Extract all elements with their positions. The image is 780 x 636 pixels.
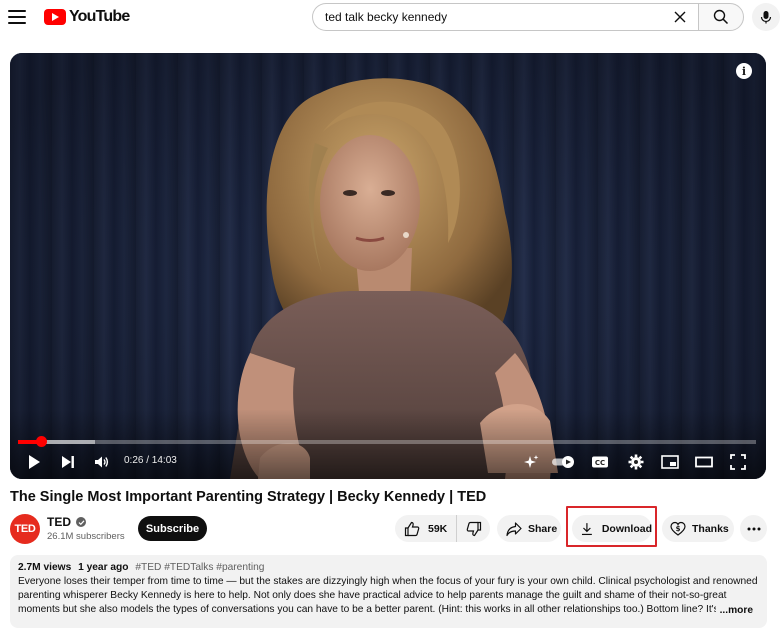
svg-text:CC: CC: [595, 459, 605, 467]
play-button[interactable]: [24, 449, 44, 475]
time-display: 0:26 / 14:03: [124, 455, 177, 466]
volume-button[interactable]: [92, 449, 112, 475]
autoplay-icon: [552, 456, 574, 468]
scrubber-handle[interactable]: [35, 436, 47, 447]
play-icon: [29, 455, 40, 469]
channel-name-row[interactable]: TED: [47, 515, 86, 529]
thumbs-down-icon: [466, 521, 481, 536]
volume-icon: [95, 456, 109, 468]
video-player[interactable]: i 0:26 / 14:03 CC: [10, 53, 766, 479]
miniplayer-button[interactable]: [660, 449, 680, 475]
stable-volume-button[interactable]: [522, 449, 540, 475]
next-icon: [62, 456, 74, 468]
subscribe-button[interactable]: Subscribe: [138, 516, 207, 541]
fullscreen-button[interactable]: [728, 449, 748, 475]
search-button[interactable]: [698, 3, 744, 31]
channel-avatar[interactable]: TED: [10, 514, 40, 544]
thumbs-up-icon: [404, 521, 420, 536]
like-count: 59K: [428, 522, 448, 535]
svg-text:$: $: [676, 525, 681, 533]
fullscreen-icon: [730, 454, 746, 470]
settings-button[interactable]: [626, 449, 646, 475]
more-actions-button[interactable]: [740, 515, 767, 542]
search-box: [312, 3, 698, 31]
thanks-button[interactable]: $ Thanks: [662, 515, 734, 542]
thanks-label: Thanks: [692, 522, 729, 535]
show-more-button[interactable]: ...more: [715, 604, 753, 618]
miniplayer-icon: [661, 455, 679, 469]
thanks-heart-icon: $: [670, 521, 686, 536]
closed-captions-icon: CC: [592, 456, 608, 468]
share-button[interactable]: Share: [497, 515, 561, 542]
share-label: Share: [528, 522, 558, 535]
search-icon: [713, 9, 729, 25]
download-icon: [581, 522, 592, 535]
progress-track: [18, 440, 756, 444]
subscriber-count: 26.1M subscribers: [47, 531, 125, 542]
search-bar: [312, 3, 744, 31]
download-button[interactable]: Download: [572, 515, 652, 542]
theater-mode-button[interactable]: [694, 449, 714, 475]
description-meta: 2.7M views 1 year ago #TED #TEDTalks #pa…: [18, 561, 759, 575]
more-horizontal-icon: [747, 527, 760, 530]
upload-age: 1 year ago: [78, 562, 129, 573]
search-input[interactable]: [325, 10, 670, 24]
theater-mode-icon: [695, 456, 713, 468]
gear-icon: [628, 454, 644, 470]
subtitles-button[interactable]: CC: [590, 449, 610, 475]
share-icon: [506, 521, 522, 536]
autoplay-toggle[interactable]: [550, 449, 578, 475]
download-label: Download: [601, 522, 652, 535]
description-box[interactable]: 2.7M views 1 year ago #TED #TEDTalks #pa…: [10, 555, 767, 628]
youtube-logo[interactable]: YouTube: [44, 8, 130, 26]
hashtags[interactable]: #TED #TEDTalks #parenting: [135, 562, 264, 573]
microphone-icon: [760, 11, 772, 24]
player-controls: 0:26 / 14:03 CC: [10, 449, 766, 475]
verified-icon: [76, 517, 86, 527]
progress-bar[interactable]: [18, 436, 756, 447]
description-text: Everyone loses their temper from time to…: [18, 576, 758, 615]
info-icon[interactable]: i: [736, 63, 752, 79]
youtube-play-icon: [44, 9, 66, 25]
channel-name[interactable]: TED: [47, 515, 71, 529]
sparkle-icon: [524, 455, 539, 468]
dislike-button[interactable]: [457, 515, 490, 542]
like-button[interactable]: 59K: [395, 515, 458, 542]
logo-text: YouTube: [69, 8, 130, 25]
like-dislike-group: 59K: [395, 515, 490, 542]
voice-search-button[interactable]: [752, 3, 780, 31]
clear-search-icon[interactable]: [670, 7, 690, 27]
video-title: The Single Most Important Parenting Stra…: [10, 489, 487, 505]
menu-icon[interactable]: [6, 6, 28, 28]
next-button[interactable]: [58, 449, 78, 475]
view-count: 2.7M views: [18, 562, 72, 573]
